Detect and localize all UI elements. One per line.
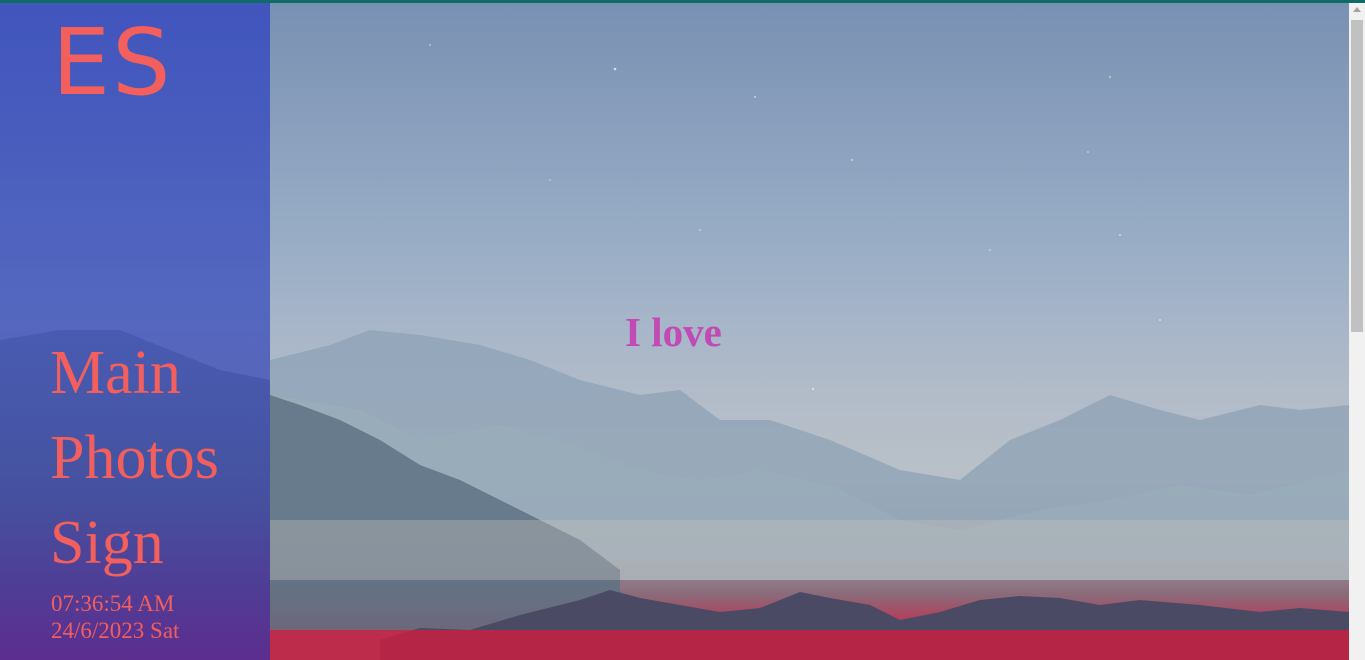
clock-time: 07:36:54 AM [51,591,175,616]
nav-item-sign[interactable]: Sign [50,501,219,586]
nav-item-main[interactable]: Main [50,331,219,416]
vertical-scrollbar[interactable] [1349,3,1365,660]
top-border [0,0,1365,3]
logo[interactable]: ES [52,17,173,109]
scroll-thumb[interactable] [1351,20,1363,332]
headline: I love [625,309,722,355]
page: I love ES Main Photos Sign 07:36:54 AM 2… [0,0,1365,660]
sidebar: ES Main Photos Sign 07:36:54 AM 24/6/202… [0,3,270,660]
nav-item-photos[interactable]: Photos [50,416,219,501]
clock-date: 24/6/2023 Sat [51,618,180,643]
clock: 07:36:54 AM 24/6/2023 Sat [51,590,179,644]
scroll-up-arrow-icon[interactable] [1353,7,1361,12]
nav-menu: Main Photos Sign [50,331,219,586]
